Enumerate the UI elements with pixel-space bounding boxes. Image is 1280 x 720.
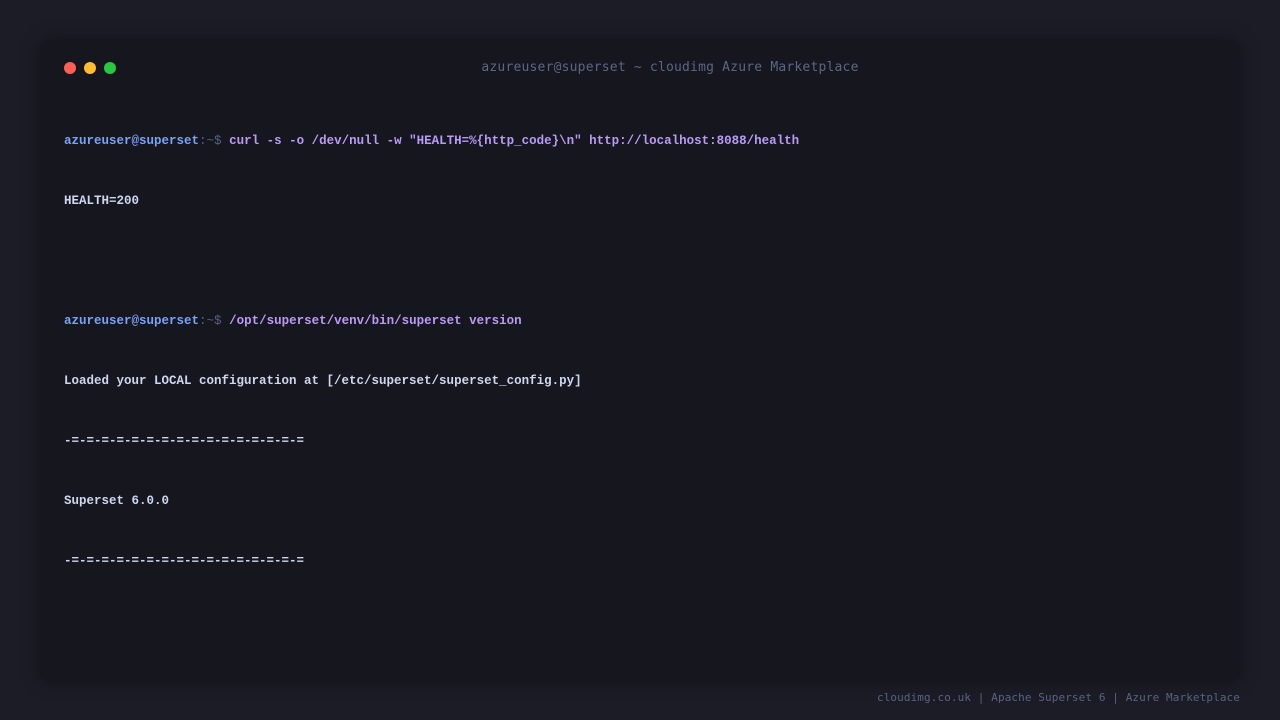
prompt-user: azureuser@superset bbox=[64, 314, 200, 328]
terminal-output-line: Superset 6.0.0 bbox=[64, 494, 170, 508]
footer-caption: cloudimg.co.uk | Apache Superset 6 | Azu… bbox=[876, 691, 1240, 704]
terminal-command-line: azureuser@superset:~$ /opt/superset/venv… bbox=[64, 311, 1216, 331]
terminal-output-line: -=-=-=-=-=-=-=-=-=-=-=-=-=-=-=-= bbox=[64, 434, 305, 448]
command-text: curl -s -o /dev/null -w "HEALTH=%{http_c… bbox=[229, 134, 800, 148]
title-bar: azureuser@superset ~ cloudimg Azure Mark… bbox=[40, 40, 1240, 96]
prompt-separator: :~$ bbox=[199, 314, 222, 328]
terminal-command-line: azureuser@superset:~$ curl -s -o /dev/nu… bbox=[64, 131, 1216, 151]
terminal-output-line: HEALTH=200 bbox=[64, 194, 140, 208]
terminal-output-line: -=-=-=-=-=-=-=-=-=-=-=-=-=-=-=-= bbox=[64, 554, 305, 568]
prompt-separator: :~$ bbox=[199, 134, 222, 148]
terminal-output-line: Loaded your LOCAL configuration at [/etc… bbox=[64, 374, 582, 388]
terminal-window[interactable]: azureuser@superset ~ cloudimg Azure Mark… bbox=[40, 40, 1240, 682]
command-text: /opt/superset/venv/bin/superset version bbox=[229, 314, 522, 328]
prompt-user: azureuser@superset bbox=[64, 134, 200, 148]
terminal-output[interactable]: azureuser@superset:~$ curl -s -o /dev/nu… bbox=[64, 91, 1216, 611]
window-title: azureuser@superset ~ cloudimg Azure Mark… bbox=[481, 60, 859, 75]
